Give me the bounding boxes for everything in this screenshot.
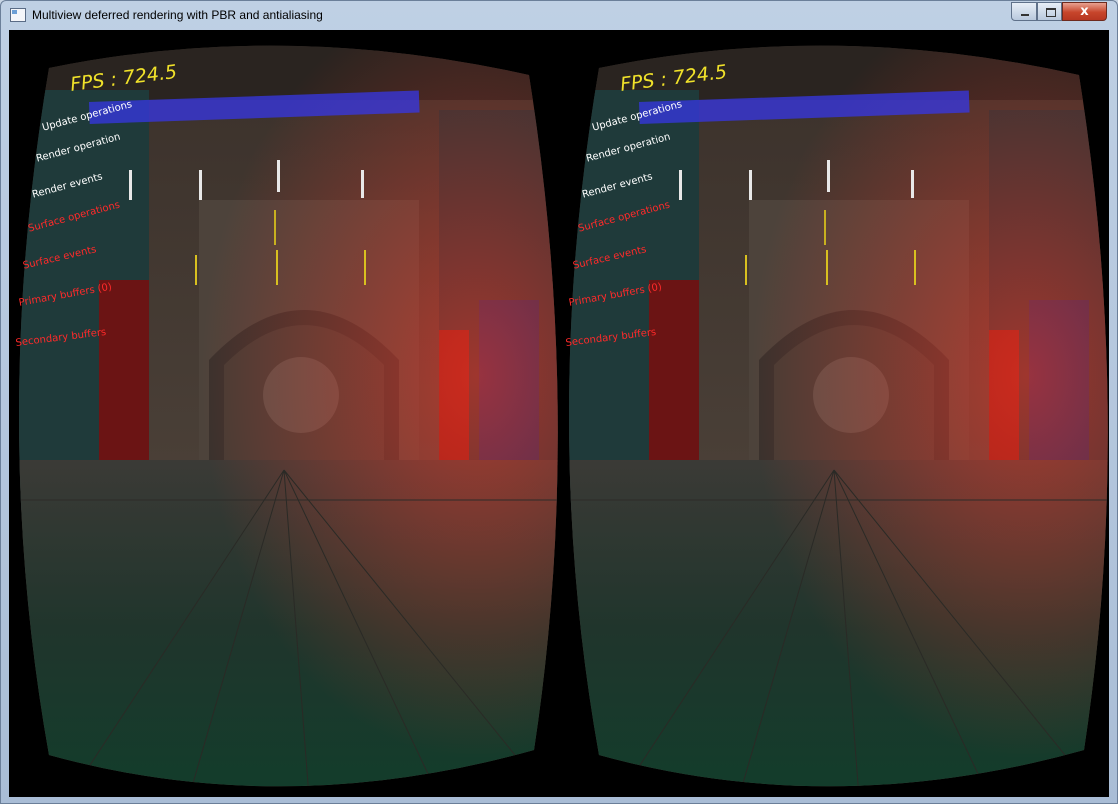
maximize-button[interactable]: [1037, 2, 1062, 21]
window-title: Multiview deferred rendering with PBR an…: [32, 8, 323, 22]
right-eye-view: FPS : 724.5 Update operations Render ope…: [559, 30, 1109, 797]
maximize-icon: [1046, 8, 1056, 17]
app-window: Multiview deferred rendering with PBR an…: [0, 0, 1118, 804]
close-icon: x: [1080, 4, 1089, 19]
app-window-icon: [10, 8, 26, 22]
title-bar[interactable]: Multiview deferred rendering with PBR an…: [1, 1, 1117, 29]
left-eye-scene: [19, 45, 558, 787]
left-eye-view: FPS : 724.5 Update operations Render ope…: [9, 30, 559, 797]
right-eye-scene: [569, 45, 1108, 787]
minimize-button[interactable]: [1011, 2, 1037, 21]
minimize-icon: [1021, 14, 1029, 16]
render-viewport[interactable]: FPS : 724.5 Update operations Render ope…: [9, 30, 1109, 797]
close-button[interactable]: x: [1062, 2, 1107, 21]
